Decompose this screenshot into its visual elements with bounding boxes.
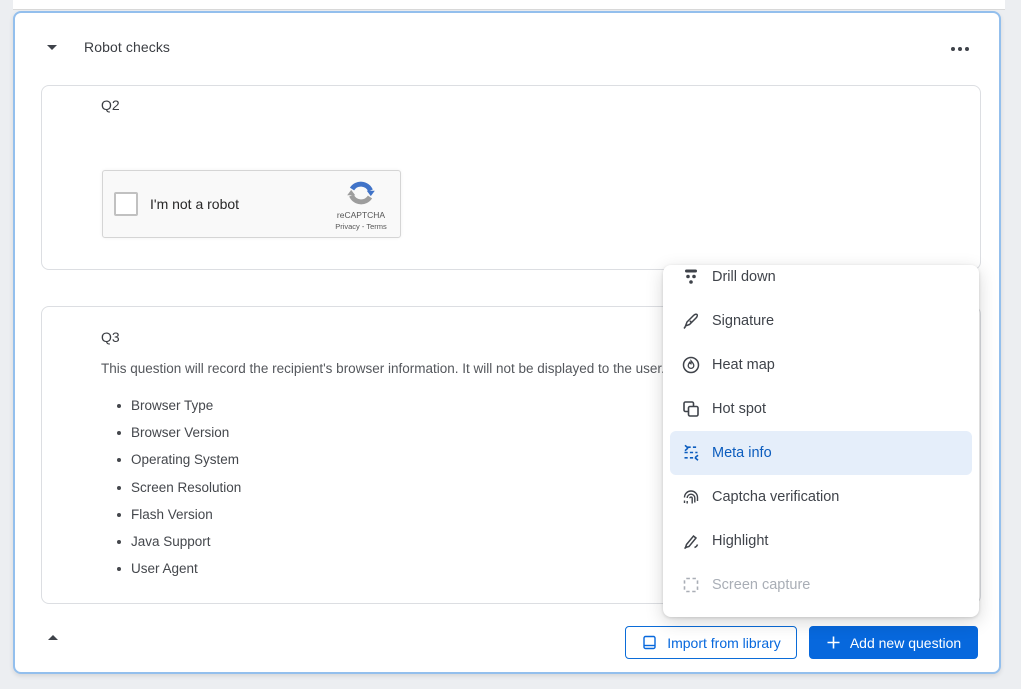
list-item: Browser Version [101, 419, 241, 446]
menu-item-hot-spot[interactable]: Hot spot [670, 387, 972, 431]
button-label: Add new question [850, 635, 961, 651]
menu-item-signature[interactable]: Signature [670, 299, 972, 343]
list-item: User Agent [101, 555, 241, 582]
menu-item-screen-capture: Screen capture [670, 563, 972, 607]
menu-item-label: Captcha verification [712, 489, 839, 505]
collapse-block-caret-up-icon[interactable] [45, 630, 61, 644]
add-new-question-button[interactable]: Add new question [809, 626, 978, 659]
import-from-library-button[interactable]: Import from library [625, 626, 797, 659]
block-options-ellipsis-icon[interactable] [947, 43, 973, 55]
library-book-icon [641, 634, 658, 651]
question-description: This question will record the recipient'… [101, 361, 665, 376]
block-robot-checks: Robot checks Q2 I'm not a robot reCAPTCH… [13, 11, 1001, 674]
menu-item-highlight[interactable]: Highlight [670, 519, 972, 563]
meta-info-field-list: Browser Type Browser Version Operating S… [101, 392, 241, 582]
recaptcha-label: I'm not a robot [150, 196, 239, 212]
hot-spot-icon [681, 399, 701, 419]
drill-down-icon [681, 267, 701, 287]
menu-item-heat-map[interactable]: Heat map [670, 343, 972, 387]
menu-item-captcha-verification[interactable]: Captcha verification [670, 475, 972, 519]
plus-icon [826, 635, 841, 650]
list-item: Flash Version [101, 501, 241, 528]
menu-item-label: Drill down [712, 269, 776, 285]
list-item: Browser Type [101, 392, 241, 419]
signature-icon [681, 311, 701, 331]
meta-info-icon [681, 443, 701, 463]
menu-item-label: Hot spot [712, 401, 766, 417]
question-number: Q2 [101, 97, 120, 113]
recaptcha-privacy-terms[interactable]: Privacy - Terms [330, 222, 392, 231]
captcha-verification-icon [681, 487, 701, 507]
menu-item-label: Screen capture [712, 577, 810, 593]
list-item: Screen Resolution [101, 474, 241, 501]
list-item: Java Support [101, 528, 241, 555]
menu-item-label: Highlight [712, 533, 768, 549]
recaptcha-brand-text: reCAPTCHA [330, 210, 392, 220]
recaptcha-checkbox[interactable] [114, 192, 138, 216]
previous-block-edge [13, 0, 1005, 10]
menu-item-label: Signature [712, 313, 774, 329]
menu-item-meta-info[interactable]: Meta info [670, 431, 972, 475]
menu-item-drill-down[interactable]: Drill down [670, 265, 972, 299]
recaptcha-widget: I'm not a robot reCAPTCHA Privacy - Term… [102, 170, 401, 238]
recaptcha-logo-icon [346, 178, 376, 208]
list-item: Operating System [101, 446, 241, 473]
recaptcha-branding: reCAPTCHA Privacy - Terms [330, 178, 392, 231]
screen-capture-icon [681, 575, 701, 595]
menu-item-label: Meta info [712, 445, 772, 461]
collapse-block-caret-down-icon[interactable] [45, 40, 59, 54]
button-label: Import from library [667, 635, 781, 651]
question-number: Q3 [101, 329, 120, 345]
menu-item-label: Heat map [712, 357, 775, 373]
survey-builder-canvas: Robot checks Q2 I'm not a robot reCAPTCH… [0, 0, 1021, 689]
question-q2-card[interactable]: Q2 I'm not a robot reCAPTCHA Privacy - T… [41, 85, 981, 270]
heat-map-icon [681, 355, 701, 375]
question-type-menu: Drill down Signature [663, 265, 979, 617]
highlight-icon [681, 531, 701, 551]
block-title[interactable]: Robot checks [84, 39, 170, 55]
block-header: Robot checks [45, 37, 170, 57]
